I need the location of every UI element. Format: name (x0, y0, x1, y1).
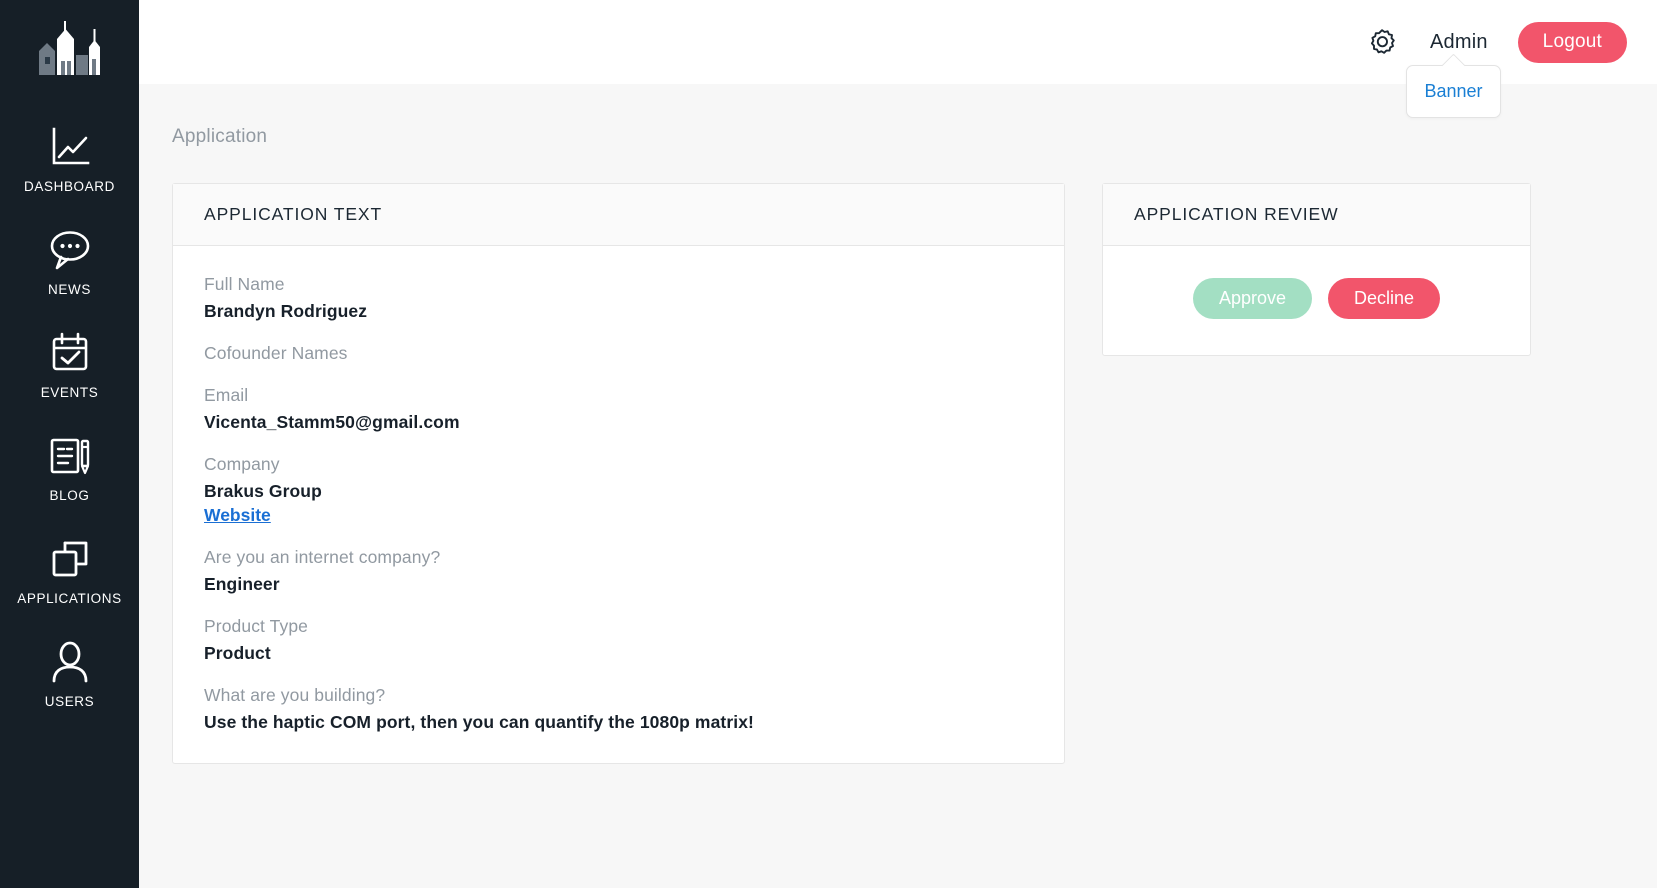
settings-gear-button[interactable] (1364, 24, 1400, 60)
field-cofounder-names: Cofounder Names (204, 343, 1033, 364)
menu-item-banner[interactable]: Banner (1424, 81, 1482, 102)
approve-button[interactable]: Approve (1192, 278, 1312, 319)
speech-bubble-icon (47, 227, 93, 273)
sidebar-item-users[interactable]: USERS (0, 629, 139, 713)
application-text-fields: Full Name Brandyn Rodriguez Cofounder Na… (173, 246, 1064, 763)
field-label: Cofounder Names (204, 343, 348, 363)
sidebar-item-label: BLOG (49, 488, 90, 503)
card-title: APPLICATION REVIEW (1103, 184, 1530, 246)
field-label: What are you building? (204, 685, 386, 705)
sidebar-item-blog[interactable]: BLOG (0, 423, 139, 507)
document-pencil-icon (47, 433, 93, 479)
columns-wrapper: APPLICATION TEXT Full Name Brandyn Rodri… (172, 183, 1627, 764)
field-label: Email (204, 385, 249, 405)
field-value: Brandyn Rodriguez (204, 301, 368, 321)
field-label: Product Type (204, 616, 308, 636)
field-internet-company: Are you an internet company? Engineer (204, 547, 1033, 595)
application-review-column: APPLICATION REVIEW Approve Decline (1102, 183, 1531, 356)
decline-button[interactable]: Decline (1328, 278, 1441, 319)
field-value: Engineer (204, 574, 280, 594)
settings-dropdown-menu: Banner (1406, 65, 1501, 118)
logout-button[interactable]: Logout (1517, 21, 1627, 63)
sidebar-item-news[interactable]: NEWS (0, 217, 139, 301)
sidebar-item-dashboard[interactable]: DASHBOARD (0, 114, 139, 198)
field-label: Company (204, 454, 280, 474)
field-value: Vicenta_Stamm50@gmail.com (204, 412, 460, 432)
field-value: Use the haptic COM port, then you can qu… (204, 712, 754, 732)
sidebar-item-events[interactable]: EVENTS (0, 320, 139, 404)
brand-logo[interactable] (0, 18, 139, 80)
application-text-column: APPLICATION TEXT Full Name Brandyn Rodri… (172, 183, 1065, 764)
copy-squares-icon (48, 536, 92, 582)
sidebar-item-label: EVENTS (40, 385, 99, 400)
content-area: Application APPLICATION TEXT Full Name B… (139, 84, 1657, 888)
main-area: Admin Logout Banner Application APPLICAT… (139, 0, 1657, 888)
review-actions-body: Approve Decline (1103, 246, 1530, 355)
application-text-card: APPLICATION TEXT Full Name Brandyn Rodri… (172, 183, 1065, 764)
app-root: DASHBOARD NEWS EVENTS BLOG APPLICATIONS … (0, 0, 1657, 888)
field-value: Product (204, 643, 271, 663)
field-label: Are you an internet company? (204, 547, 441, 567)
field-product-type: Product Type Product (204, 616, 1033, 664)
sidebar-item-label: APPLICATIONS (17, 591, 122, 606)
field-what-building: What are you building? Use the haptic CO… (204, 685, 1033, 733)
admin-user-label: Admin (1429, 30, 1488, 53)
field-value: Brakus Group (204, 481, 322, 501)
card-title: APPLICATION TEXT (173, 184, 1064, 246)
sidebar-item-applications[interactable]: APPLICATIONS (0, 526, 139, 610)
field-company: Company Brakus Group Website (204, 454, 1033, 526)
gear-icon (1370, 29, 1395, 54)
sidebar-item-label: USERS (44, 694, 95, 709)
line-chart-icon (48, 124, 92, 170)
sidebar-item-label: DASHBOARD (24, 179, 115, 194)
company-website-link[interactable]: Website (204, 505, 271, 526)
sidebar: DASHBOARD NEWS EVENTS BLOG APPLICATIONS … (0, 0, 139, 888)
field-email: Email Vicenta_Stamm50@gmail.com (204, 385, 1033, 433)
field-label: Full Name (204, 274, 285, 294)
field-full-name: Full Name Brandyn Rodriguez (204, 274, 1033, 322)
application-review-card: APPLICATION REVIEW Approve Decline (1102, 183, 1531, 356)
calendar-check-icon (48, 330, 92, 376)
user-person-icon (48, 639, 92, 685)
sidebar-item-label: NEWS (48, 282, 91, 297)
review-actions: Approve Decline (1134, 274, 1499, 325)
city-skyline-logo (38, 21, 100, 75)
